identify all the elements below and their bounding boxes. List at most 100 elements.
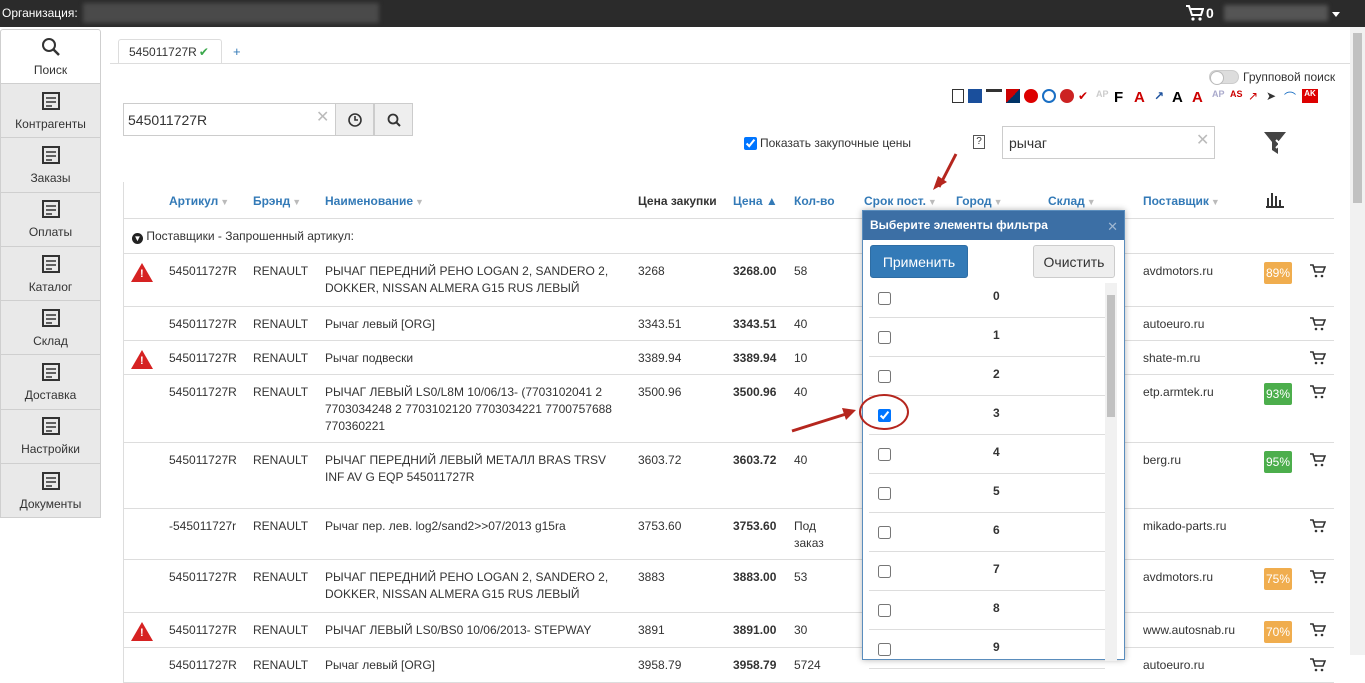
column-supplier[interactable]: Поставщик ▼ bbox=[1143, 194, 1220, 208]
add-tab-button[interactable]: + bbox=[233, 44, 241, 59]
brand-logo-icon[interactable] bbox=[986, 89, 1002, 103]
column-name[interactable]: Наименование ▼ bbox=[325, 194, 424, 208]
brand-logo-icon[interactable]: F bbox=[1114, 89, 1130, 106]
cart-button[interactable]: 0 bbox=[1186, 5, 1214, 21]
filter-option-checkbox[interactable] bbox=[878, 565, 891, 578]
close-icon[interactable]: ✕ bbox=[1196, 130, 1209, 150]
brand-logo-icon[interactable]: A bbox=[1134, 89, 1150, 106]
brand-logo-icon[interactable] bbox=[1042, 89, 1056, 103]
page-scrollbar[interactable] bbox=[1350, 27, 1365, 655]
collapse-icon[interactable]: ▼ bbox=[132, 233, 143, 244]
table-row[interactable]: 545011727R RENAULT РЫЧАГ ПЕРЕДНИЙ РЕНО LOG… bbox=[123, 560, 1334, 613]
checkbox[interactable] bbox=[744, 136, 757, 150]
add-to-cart-icon[interactable] bbox=[1310, 623, 1327, 640]
table-row[interactable]: -545011727r RENAULT Рычаг пер. лев. log2/s… bbox=[123, 509, 1334, 560]
table-row[interactable]: 545011727R RENAULT Рычаг подвески 3389.94 33… bbox=[123, 341, 1334, 375]
add-to-cart-icon[interactable] bbox=[1310, 385, 1327, 402]
filter-option-checkbox[interactable] bbox=[878, 292, 891, 305]
filter-option-checkbox[interactable] bbox=[878, 448, 891, 461]
search-button[interactable] bbox=[374, 103, 413, 136]
close-icon[interactable]: ✕ bbox=[1107, 219, 1118, 235]
organization-selector[interactable] bbox=[83, 3, 379, 23]
brand-logo-icon[interactable] bbox=[968, 89, 982, 103]
filter-option[interactable]: 4 bbox=[869, 435, 1105, 474]
filter-option-checkbox[interactable] bbox=[878, 604, 891, 617]
table-row[interactable]: 545011727R RENAULT РЫЧАГ ПЕРЕДНИЙ РЕНО LOG… bbox=[123, 254, 1334, 307]
filter-option-checkbox[interactable] bbox=[878, 487, 891, 500]
brand-logo-icon[interactable]: A bbox=[1172, 89, 1188, 106]
sidebar-item-settings[interactable]: Настройки bbox=[0, 409, 101, 465]
chevron-down-icon[interactable] bbox=[1332, 12, 1340, 17]
brand-logo-icon[interactable] bbox=[1024, 89, 1038, 103]
sidebar-item-documents[interactable]: Документы bbox=[0, 464, 101, 519]
help-icon[interactable]: ? bbox=[973, 135, 985, 149]
clear-button[interactable]: Очистить bbox=[1033, 245, 1115, 278]
table-row[interactable]: 545011727R RENAULT РЫЧАГ ЛЕВЫЙ LS0/L8M 10/… bbox=[123, 375, 1334, 443]
add-to-cart-icon[interactable] bbox=[1310, 519, 1327, 536]
column-city[interactable]: Город ▼ bbox=[956, 194, 1003, 208]
brand-logo-icon[interactable]: ✔ bbox=[1078, 89, 1092, 103]
group-search-toggle[interactable] bbox=[1209, 70, 1239, 85]
clear-filter-icon[interactable] bbox=[1262, 130, 1288, 158]
sidebar-item-orders[interactable]: Заказы bbox=[0, 138, 101, 193]
filter-option[interactable]: 9 bbox=[869, 630, 1105, 669]
sidebar-item-search[interactable]: Поиск bbox=[0, 29, 101, 84]
brand-logo-icon[interactable] bbox=[952, 89, 964, 103]
filter-option[interactable]: 2 bbox=[869, 357, 1105, 396]
table-row[interactable]: 545011727R RENAULT РЫЧАГ ПЕРЕДНИЙ ЛЕВЫЙ МЕ… bbox=[123, 443, 1334, 509]
filter-icon[interactable]: ▼ bbox=[292, 197, 301, 207]
sidebar-item-contacts[interactable]: Контрагенты bbox=[0, 84, 101, 139]
filter-option-checkbox[interactable] bbox=[878, 643, 891, 656]
sidebar-item-warehouse[interactable]: Склад bbox=[0, 301, 101, 356]
brand-logo-icon[interactable]: ➤ bbox=[1266, 89, 1280, 103]
add-to-cart-icon[interactable] bbox=[1310, 570, 1327, 587]
sidebar-item-delivery[interactable]: Доставка bbox=[0, 355, 101, 410]
column-price[interactable]: Цена ▲ bbox=[733, 194, 778, 208]
add-to-cart-icon[interactable] bbox=[1310, 317, 1327, 334]
filter-option[interactable]: 7 bbox=[869, 552, 1105, 591]
bar-chart-icon[interactable] bbox=[1265, 190, 1285, 208]
filter-input[interactable]: рычаг bbox=[1002, 126, 1215, 159]
table-row[interactable]: 545011727R RENAULT Рычаг левый [ORG] 3343.5… bbox=[123, 307, 1334, 341]
column-delivery[interactable]: Срок пост. ▼ bbox=[864, 194, 937, 208]
filter-option-checkbox[interactable] bbox=[878, 370, 891, 383]
column-purchase-price[interactable]: Цена закупки bbox=[638, 194, 717, 208]
filter-icon[interactable]: ▼ bbox=[415, 197, 424, 207]
brand-logo-icon[interactable]: ↗ bbox=[1248, 89, 1262, 103]
history-button[interactable] bbox=[335, 103, 374, 136]
filter-option[interactable]: 0 bbox=[869, 279, 1105, 318]
brand-logo-icon[interactable]: AS bbox=[1230, 89, 1244, 103]
brand-logo-icon[interactable]: ⌒ bbox=[1284, 89, 1298, 105]
table-row[interactable]: 545011727R RENAULT РЫЧАГ ЛЕВЫЙ LS0/BS0 10/… bbox=[123, 613, 1334, 648]
filter-option[interactable]: 1 bbox=[869, 318, 1105, 357]
sidebar-item-catalog[interactable]: Каталог bbox=[0, 246, 101, 302]
search-input[interactable]: 545011727R bbox=[123, 103, 336, 136]
column-qty[interactable]: Кол-во bbox=[794, 194, 835, 208]
add-to-cart-icon[interactable] bbox=[1310, 264, 1327, 281]
tab-search-result[interactable]: 545011727R ✔ bbox=[118, 39, 222, 64]
brand-logo-icon[interactable]: A bbox=[1192, 89, 1208, 106]
filter-option-checkbox[interactable] bbox=[878, 526, 891, 539]
filter-icon[interactable]: ▼ bbox=[994, 197, 1003, 207]
filter-option-checkbox[interactable] bbox=[878, 331, 891, 344]
popup-scrollbar[interactable] bbox=[1105, 283, 1117, 661]
column-warehouse[interactable]: Склад ▼ bbox=[1048, 194, 1096, 208]
brand-logo-icon[interactable]: AP bbox=[1212, 89, 1226, 103]
filter-icon[interactable]: ▼ bbox=[1087, 197, 1096, 207]
add-to-cart-icon[interactable] bbox=[1310, 453, 1327, 470]
apply-button[interactable]: Применить bbox=[870, 245, 968, 278]
user-menu[interactable] bbox=[1224, 5, 1328, 21]
add-to-cart-icon[interactable] bbox=[1310, 658, 1327, 675]
filter-option[interactable]: 6 bbox=[869, 513, 1105, 552]
filter-option[interactable]: 8 bbox=[869, 591, 1105, 630]
sidebar-item-payments[interactable]: Оплаты bbox=[0, 192, 101, 247]
brand-logo-icon[interactable]: AK bbox=[1302, 89, 1318, 103]
brand-logo-icon[interactable]: AP bbox=[1096, 89, 1110, 103]
filter-icon[interactable]: ▼ bbox=[1211, 197, 1220, 207]
table-row[interactable]: 545011727R RENAULT Рычаг левый [ORG] 3958.7… bbox=[123, 648, 1334, 683]
group-header-row[interactable]: ▼ Поставщики - Запрошенный артикул: bbox=[123, 219, 1334, 254]
column-brand[interactable]: Брэнд ▼ bbox=[253, 194, 301, 208]
filter-icon[interactable]: ▼ bbox=[928, 197, 937, 207]
column-article[interactable]: Артикул ▼ bbox=[169, 194, 229, 208]
brand-logo-icon[interactable] bbox=[1006, 89, 1020, 103]
